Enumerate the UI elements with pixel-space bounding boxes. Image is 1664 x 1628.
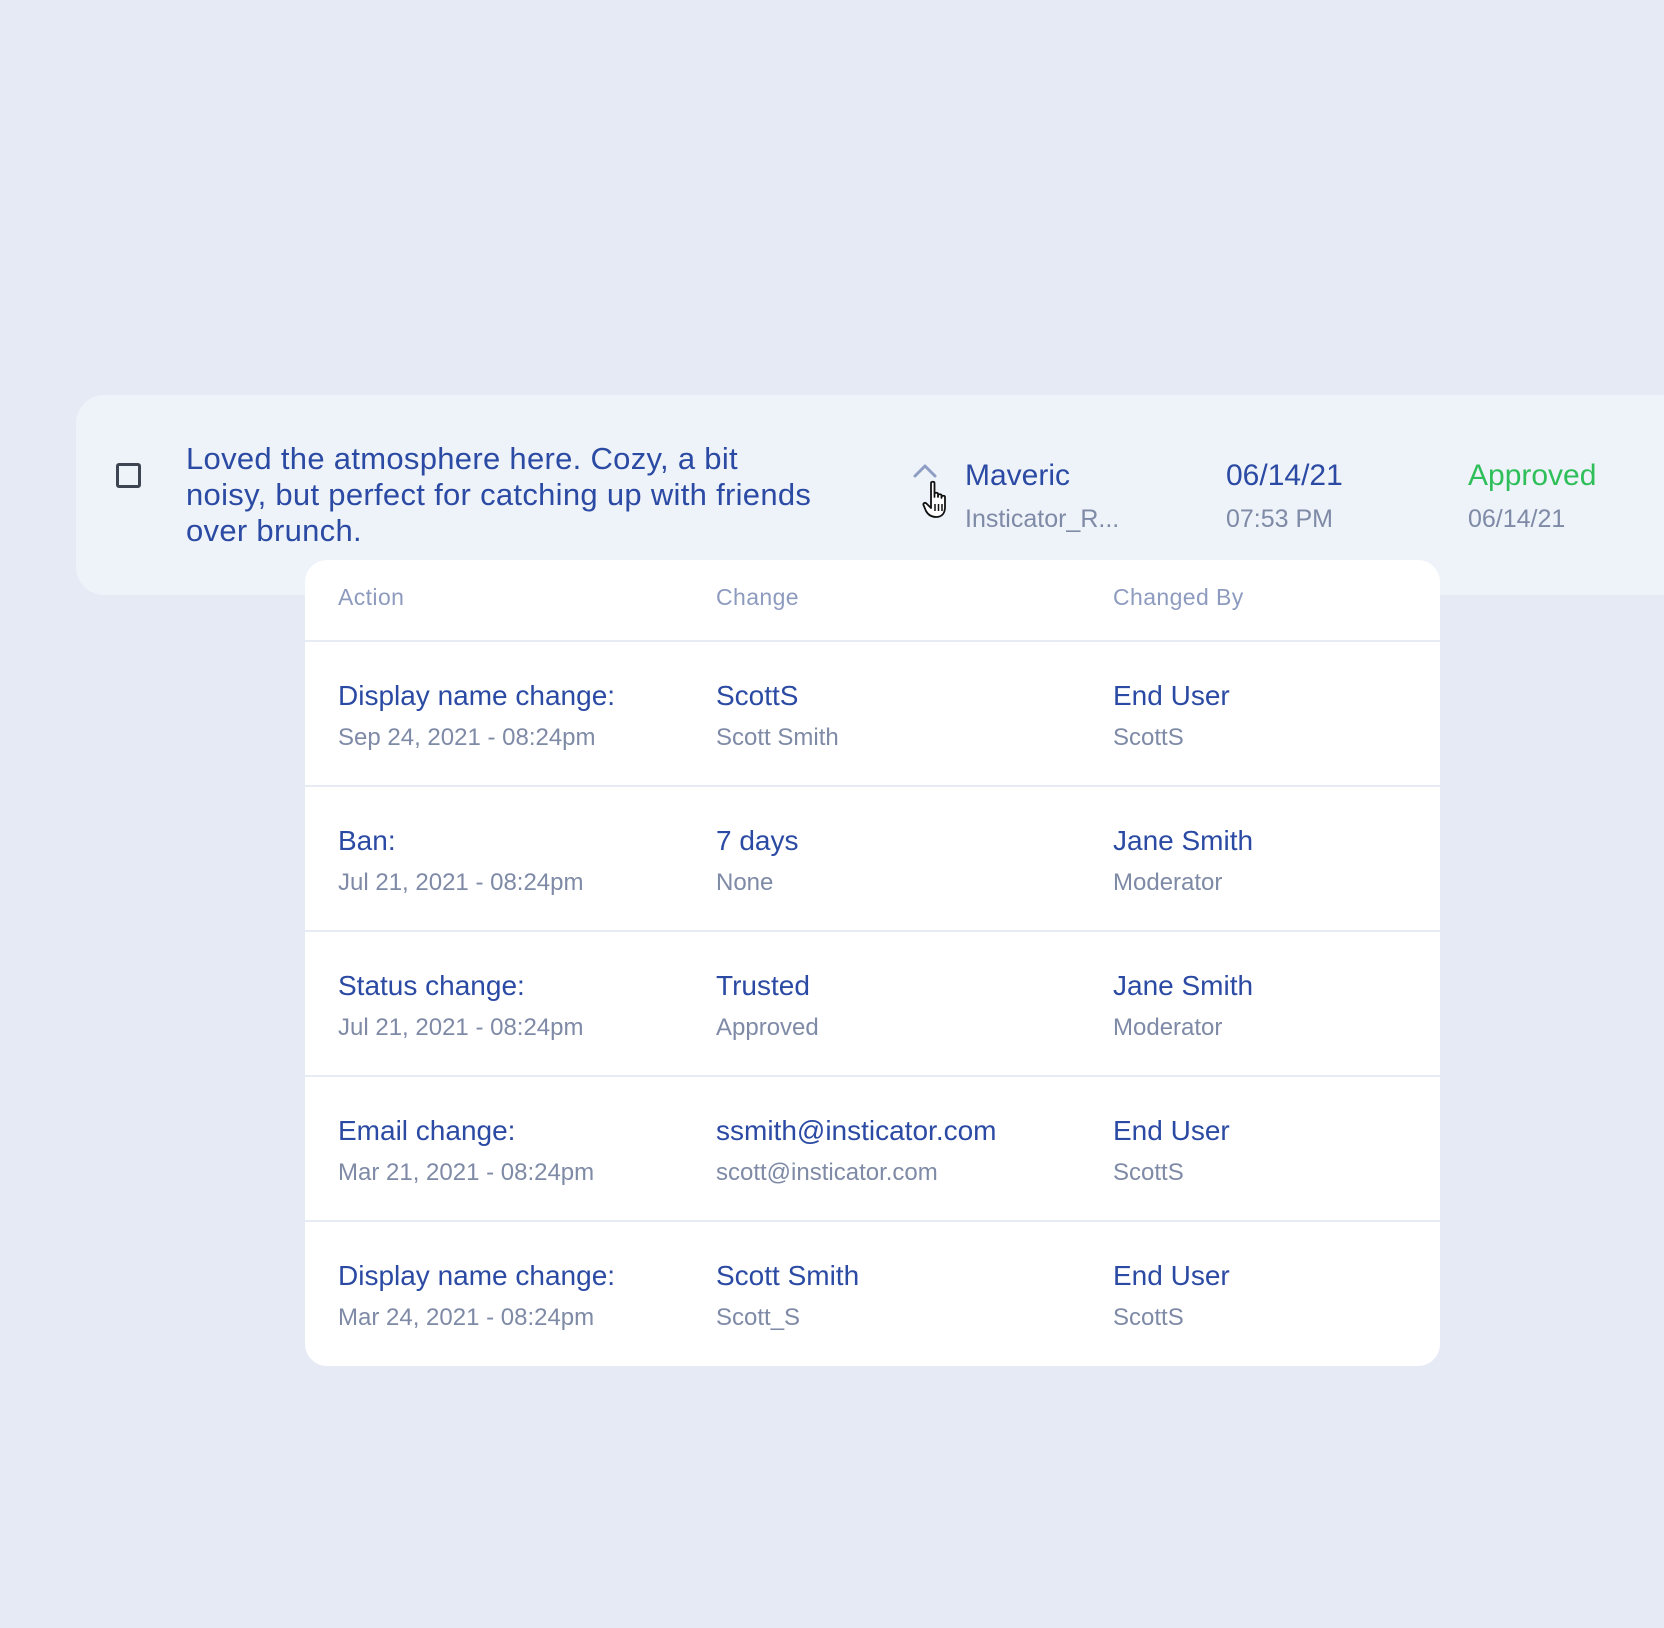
action-date: Mar 24, 2021 - 08:24pm <box>338 1304 595 1331</box>
comment-select-checkbox[interactable] <box>116 463 141 488</box>
status-badge: Approved <box>1468 459 1597 492</box>
new-value: Trusted <box>716 970 810 1001</box>
comment-text: Loved the atmosphere here. Cozy, a bit n… <box>186 441 812 548</box>
author-source: Insticator_R... <box>965 505 1120 533</box>
action-label: Status change: <box>338 970 525 1001</box>
history-row: Email change: Mar 21, 2021 - 08:24pm ssm… <box>305 1077 1440 1222</box>
comment-date: 06/14/21 07:53 PM <box>1226 459 1343 534</box>
action-date: Jul 21, 2021 - 08:24pm <box>338 869 584 896</box>
comment-time-value: 07:53 PM <box>1226 505 1334 533</box>
action-cell: Email change: Mar 21, 2021 - 08:24pm <box>338 1115 594 1187</box>
changed-by-cell: Jane Smith Moderator <box>1113 970 1253 1042</box>
changed-by-name: End User <box>1113 680 1230 711</box>
old-value: scott@insticator.com <box>716 1159 938 1186</box>
changed-by-name: End User <box>1113 1115 1230 1146</box>
change-cell: ScottS Scott Smith <box>716 680 839 752</box>
action-label: Email change: <box>338 1115 516 1146</box>
action-cell: Status change: Jul 21, 2021 - 08:24pm <box>338 970 584 1042</box>
changed-by-name: Jane Smith <box>1113 970 1254 1001</box>
action-date: Mar 21, 2021 - 08:24pm <box>338 1159 595 1186</box>
history-row: Display name change: Mar 24, 2021 - 08:2… <box>305 1222 1440 1365</box>
changed-by-role: ScottS <box>1113 1159 1184 1186</box>
changed-by-cell: Jane Smith Moderator <box>1113 825 1253 897</box>
header-change: Change <box>716 584 799 610</box>
changed-by-role: Moderator <box>1113 1014 1223 1041</box>
change-history-panel: Action Change Changed By Display name ch… <box>305 560 1440 1366</box>
new-value: 7 days <box>716 825 799 856</box>
change-cell: Scott Smith Scott_S <box>716 1260 859 1332</box>
comment-status: Approved 06/14/21 <box>1468 459 1596 534</box>
hand-pointer-cursor-icon <box>922 480 946 518</box>
old-value: None <box>716 869 774 896</box>
changed-by-cell: End User ScottS <box>1113 1260 1230 1332</box>
old-value: Approved <box>716 1014 819 1041</box>
action-label: Display name change: <box>338 680 616 711</box>
new-value: ssmith@insticator.com <box>716 1115 997 1146</box>
changed-by-role: ScottS <box>1113 1304 1184 1331</box>
header-action: Action <box>338 584 405 610</box>
new-value: ScottS <box>716 680 799 711</box>
changed-by-cell: End User ScottS <box>1113 1115 1230 1187</box>
chevron-up-icon[interactable] <box>912 461 938 479</box>
author-name[interactable]: Maveric <box>965 459 1119 493</box>
action-date: Jul 21, 2021 - 08:24pm <box>338 1014 584 1041</box>
change-cell: 7 days None <box>716 825 799 897</box>
change-cell: ssmith@insticator.com scott@insticator.c… <box>716 1115 997 1187</box>
action-date: Sep 24, 2021 - 08:24pm <box>338 724 596 751</box>
history-table-header: Action Change Changed By <box>305 560 1440 642</box>
history-row: Display name change: Sep 24, 2021 - 08:2… <box>305 642 1440 787</box>
changed-by-role: ScottS <box>1113 724 1184 751</box>
action-label: Display name change: <box>338 1260 616 1291</box>
status-date: 06/14/21 <box>1468 505 1566 533</box>
action-label: Ban: <box>338 825 396 856</box>
changed-by-name: Jane Smith <box>1113 825 1254 856</box>
action-cell: Display name change: Sep 24, 2021 - 08:2… <box>338 680 615 752</box>
old-value: Scott Smith <box>716 724 839 751</box>
history-row: Status change: Jul 21, 2021 - 08:24pm Tr… <box>305 932 1440 1077</box>
action-cell: Display name change: Mar 24, 2021 - 08:2… <box>338 1260 615 1332</box>
header-changed-by: Changed By <box>1113 584 1244 610</box>
comment-date-value: 06/14/21 <box>1226 459 1343 492</box>
changed-by-name: End User <box>1113 1260 1230 1291</box>
new-value: Scott Smith <box>716 1260 860 1291</box>
history-row: Ban: Jul 21, 2021 - 08:24pm 7 days None … <box>305 787 1440 932</box>
changed-by-role: Moderator <box>1113 869 1223 896</box>
action-cell: Ban: Jul 21, 2021 - 08:24pm <box>338 825 584 897</box>
changed-by-cell: End User ScottS <box>1113 680 1230 752</box>
change-cell: Trusted Approved <box>716 970 819 1042</box>
old-value: Scott_S <box>716 1304 801 1331</box>
comment-author: Maveric Insticator_R... <box>965 459 1119 534</box>
